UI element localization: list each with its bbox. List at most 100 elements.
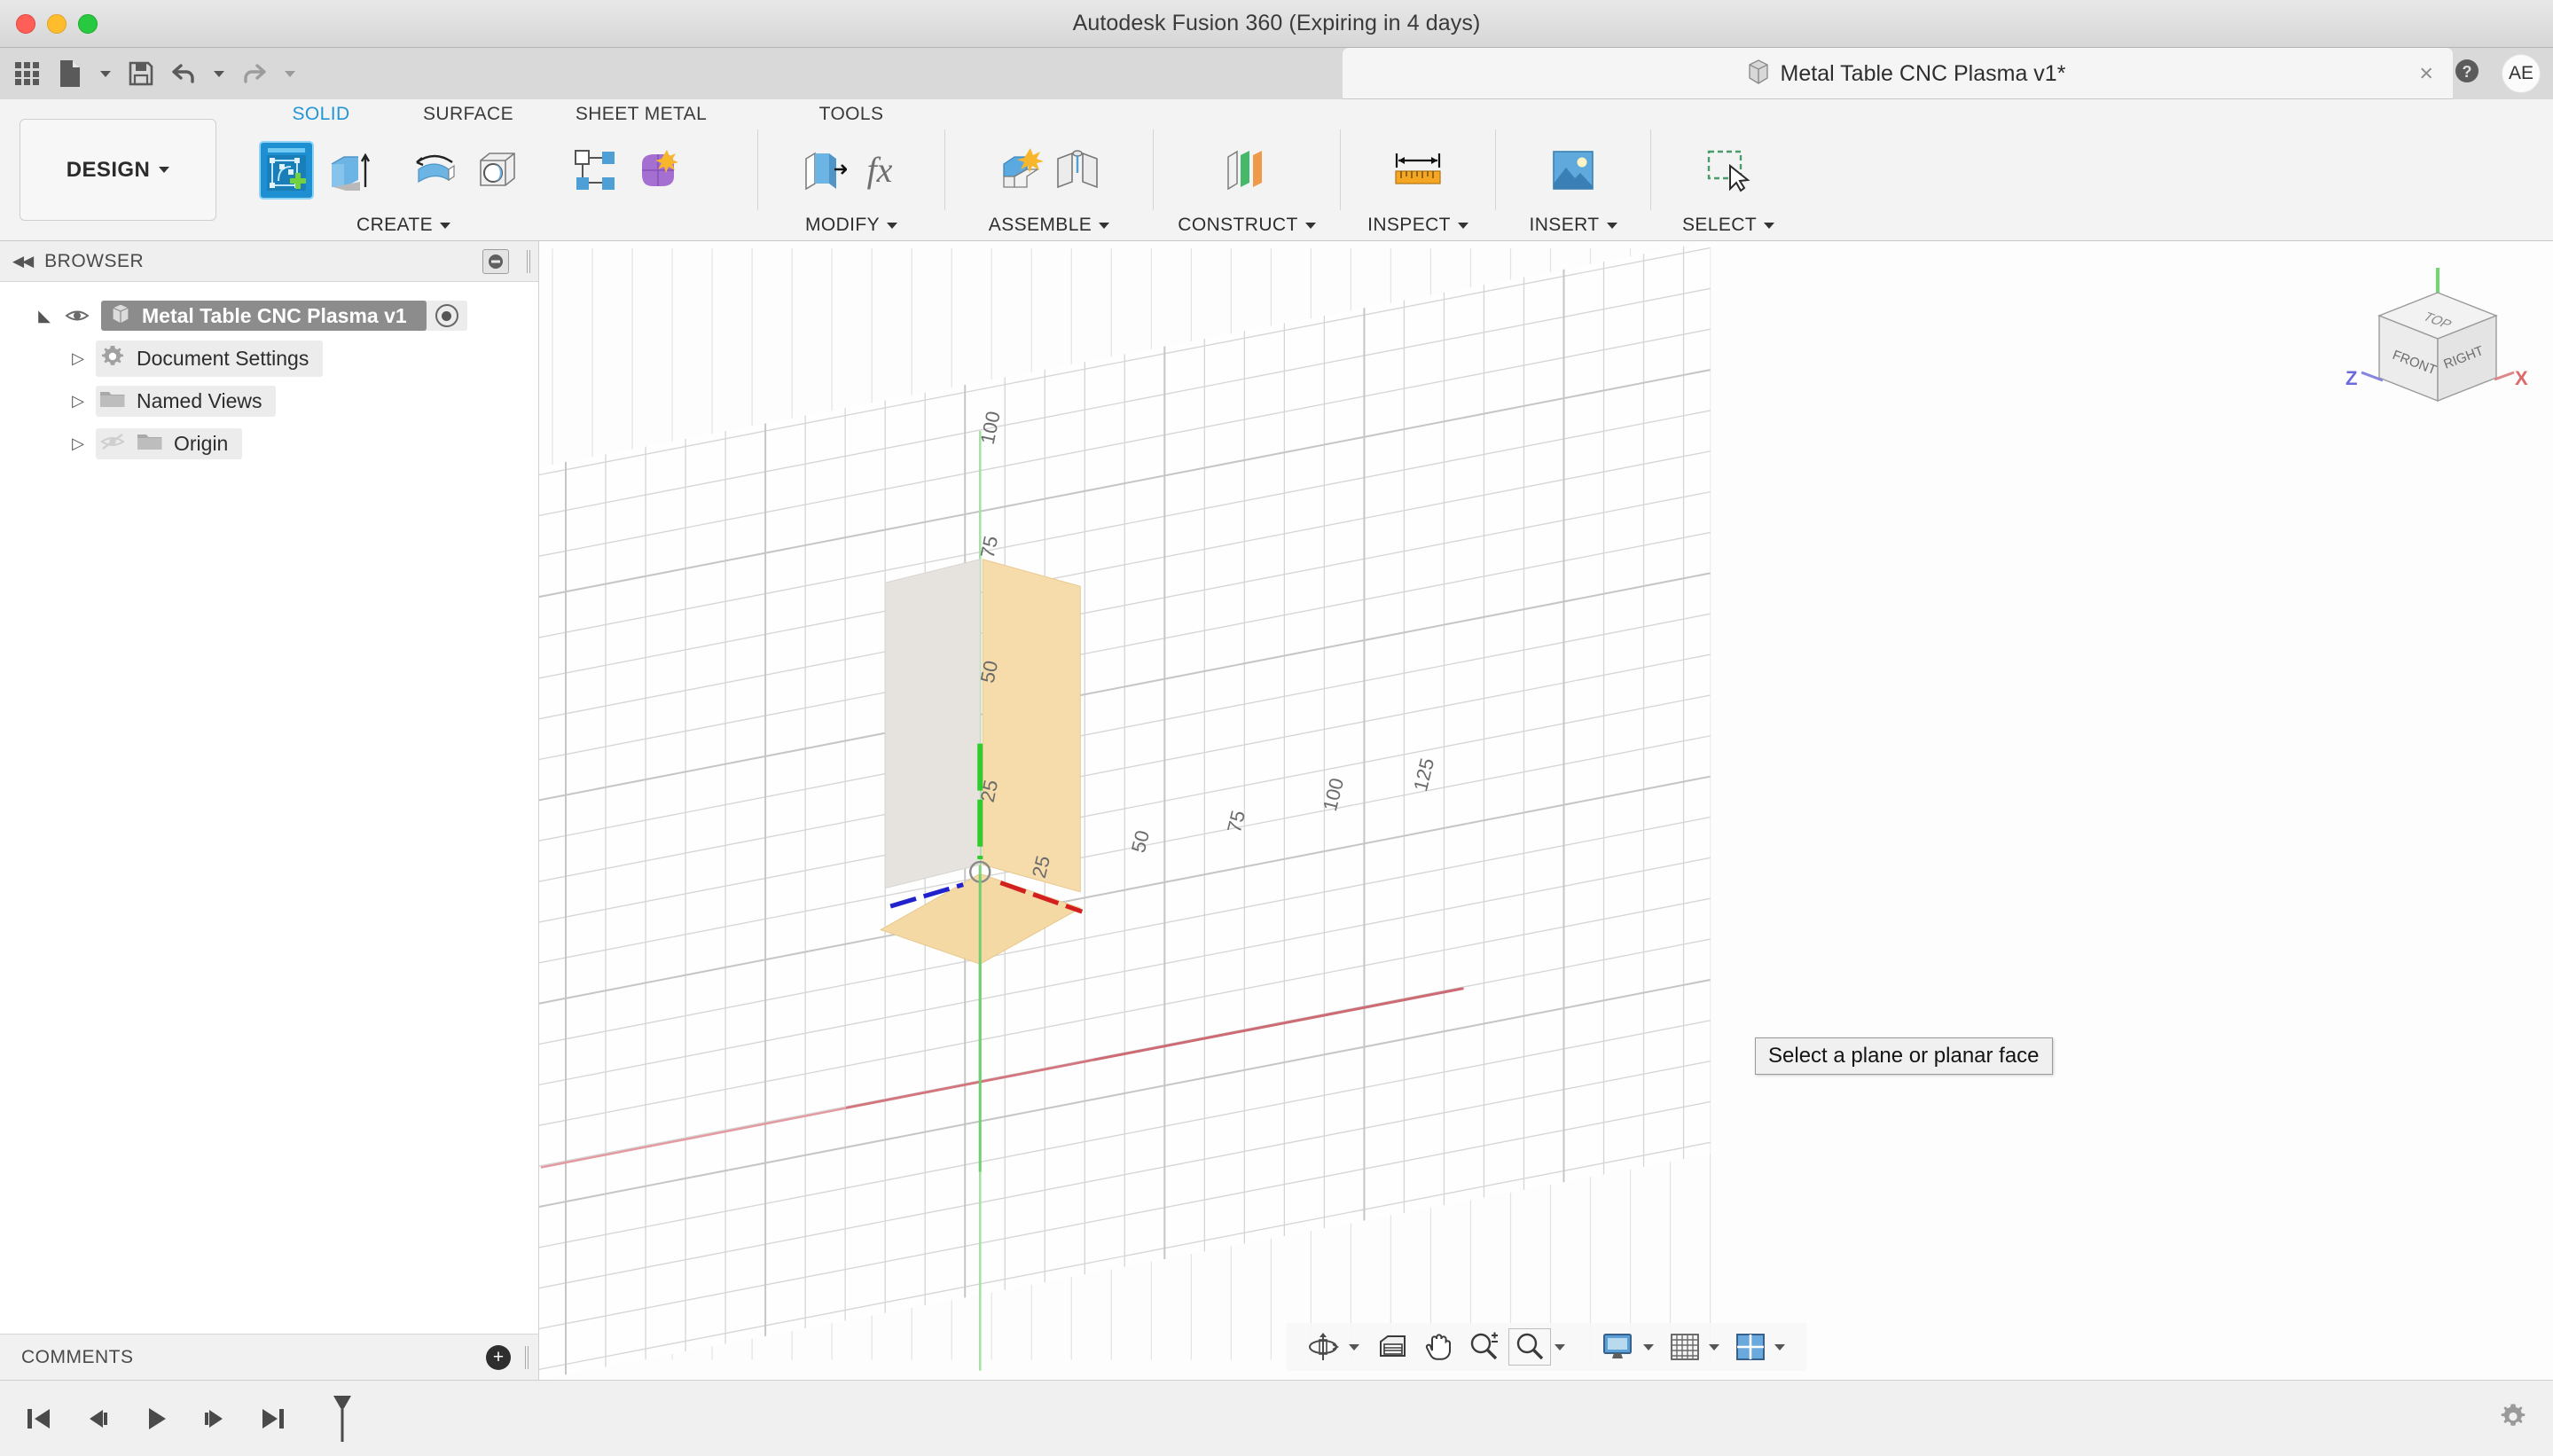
tab-sheet-metal[interactable]: SHEET METAL <box>548 104 734 125</box>
viewports-button[interactable] <box>1728 1327 1773 1367</box>
collapse-left-icon[interactable]: ◀◀ <box>12 253 34 270</box>
joint-button[interactable] <box>1052 143 1103 198</box>
orbit-dropdown-caret-icon[interactable] <box>1347 1343 1368 1350</box>
z-tick-50: 50 <box>976 659 1002 685</box>
visibility-eye-icon[interactable] <box>62 307 92 325</box>
tab-solid[interactable]: SOLID <box>254 104 388 125</box>
close-icon[interactable]: × <box>2419 61 2433 86</box>
chevron-down-icon[interactable] <box>1764 222 1775 229</box>
ribbon-group-assemble-label: ASSEMBLE <box>988 215 1092 235</box>
ribbon-divider <box>1650 129 1651 210</box>
step-forward-button[interactable] <box>197 1399 232 1438</box>
workspace-selector[interactable]: DESIGN <box>20 119 216 221</box>
add-comment-icon[interactable]: + <box>486 1344 511 1370</box>
ribbon-group-inspect: INSPECT <box>1351 99 1484 240</box>
chevron-down-icon[interactable] <box>887 222 898 229</box>
press-pull-button[interactable] <box>797 143 849 198</box>
document-cube-icon <box>110 302 131 330</box>
ribbon-group-modify: TOOLS fx MODIFY <box>769 99 934 240</box>
orbit-button[interactable] <box>1299 1327 1347 1367</box>
chevron-down-icon[interactable] <box>440 222 451 229</box>
create-form-button[interactable] <box>631 143 683 198</box>
expand-triangle-icon[interactable]: ◣ <box>35 307 53 325</box>
new-component-button[interactable] <box>995 143 1046 198</box>
fit-button[interactable] <box>1507 1327 1553 1367</box>
chevron-down-icon[interactable] <box>1457 222 1468 229</box>
main-body: ◀◀ BROWSER ◣ Metal Table CNC Plasma v1 ▷… <box>0 241 2553 1380</box>
hole-button[interactable] <box>472 143 523 198</box>
viewports-caret-icon[interactable] <box>1773 1343 1794 1350</box>
timeline-bar <box>0 1380 2553 1456</box>
document-tab[interactable]: Metal Table CNC Plasma v1* × <box>1343 48 2453 99</box>
cube-icon <box>1746 59 1771 90</box>
visibility-hidden-eye-icon[interactable] <box>99 432 126 456</box>
window-title: Autodesk Fusion 360 (Expiring in 4 days) <box>1072 11 1481 35</box>
redo-icon[interactable] <box>236 55 273 92</box>
display-settings-button[interactable] <box>1594 1327 1641 1367</box>
browser-title: BROWSER <box>44 250 145 271</box>
ribbon-group-insert-label: INSERT <box>1529 215 1600 235</box>
folder-icon <box>99 388 126 414</box>
ribbon-groups: SOLID SURFACE SHEET METAL CREATE TOOLS f… <box>250 99 1795 240</box>
expand-triangle-icon[interactable]: ▷ <box>69 434 87 453</box>
viewport-canvas: 100 75 50 25 25 50 75 100 125 <box>539 241 2553 1380</box>
select-window-button[interactable] <box>1703 143 1754 198</box>
change-parameters-button[interactable]: fx <box>854 143 905 198</box>
file-icon[interactable] <box>51 55 89 92</box>
3d-viewport[interactable]: 100 75 50 25 25 50 75 100 125 TOP FRONT … <box>539 241 2553 1380</box>
panel-toggle-icon[interactable] <box>482 248 509 274</box>
go-to-end-button[interactable] <box>255 1399 291 1438</box>
tab-tools[interactable]: TOOLS <box>819 104 884 125</box>
comments-resize-handle[interactable] <box>525 1345 529 1369</box>
pan-button[interactable] <box>1416 1327 1461 1367</box>
display-settings-caret-icon[interactable] <box>1641 1343 1663 1350</box>
grid-snaps-button[interactable] <box>1663 1327 1707 1367</box>
tree-item-document-settings[interactable]: ▷ Document Settings <box>0 337 538 380</box>
tree-item-root[interactable]: ◣ Metal Table CNC Plasma v1 <box>0 294 538 337</box>
play-button[interactable] <box>138 1399 174 1438</box>
chevron-down-icon[interactable] <box>1099 222 1110 229</box>
step-back-button[interactable] <box>80 1399 115 1438</box>
grid-snaps-caret-icon[interactable] <box>1707 1343 1728 1350</box>
ribbon-divider <box>757 129 758 210</box>
ribbon-toolbar: DESIGN SOLID SURFACE SHEET METAL CREATE … <box>0 99 2553 241</box>
go-to-beginning-button[interactable] <box>21 1399 57 1438</box>
avatar[interactable]: AE <box>2502 54 2541 93</box>
create-sketch-button[interactable] <box>261 142 312 198</box>
insert-image-button[interactable] <box>1547 143 1599 198</box>
revolve-button[interactable] <box>410 143 461 198</box>
tree-item-origin[interactable]: ▷ Origin <box>0 422 538 465</box>
comments-panel[interactable]: COMMENTS + <box>0 1334 538 1380</box>
tree-item-named-views[interactable]: ▷ Named Views <box>0 380 538 422</box>
extrude-button[interactable] <box>323 143 374 198</box>
look-at-button[interactable] <box>1368 1327 1416 1367</box>
viewport-tooltip: Select a plane or planar face <box>1755 1037 2053 1075</box>
offset-plane-button[interactable] <box>1221 143 1273 198</box>
undo-icon[interactable] <box>165 55 202 92</box>
gear-icon[interactable] <box>2498 1401 2528 1436</box>
timeline-marker[interactable] <box>325 1395 360 1442</box>
chevron-down-icon[interactable] <box>1304 222 1316 229</box>
document-tab-strip: Metal Table CNC Plasma v1* × <box>314 48 2453 99</box>
chevron-down-icon[interactable] <box>1606 222 1617 229</box>
tab-surface[interactable]: SURFACE <box>388 104 548 125</box>
redo-dropdown-caret-icon[interactable] <box>278 55 302 92</box>
panel-resize-handle[interactable] <box>527 249 531 273</box>
expand-triangle-icon[interactable]: ▷ <box>69 392 87 411</box>
expand-triangle-icon[interactable]: ▷ <box>69 349 87 368</box>
z-tick-25: 25 <box>976 778 1002 804</box>
ribbon-group-modify-label: MODIFY <box>804 215 881 235</box>
help-icon: ? <box>2454 58 2480 90</box>
view-cube[interactable]: TOP FRONT RIGHT Z X <box>2330 261 2533 429</box>
ribbon-divider <box>1153 129 1154 210</box>
ribbon-group-inspect-label: INSPECT <box>1367 215 1451 235</box>
app-grid-icon[interactable] <box>9 55 46 92</box>
zoom-button[interactable] <box>1461 1327 1507 1367</box>
rectangular-pattern-button[interactable] <box>569 143 621 198</box>
measure-button[interactable] <box>1392 143 1444 198</box>
undo-dropdown-caret-icon[interactable] <box>208 55 231 92</box>
component-activate-radio[interactable] <box>435 304 458 327</box>
save-icon[interactable] <box>122 55 160 92</box>
fit-dropdown-caret-icon[interactable] <box>1553 1343 1574 1350</box>
file-dropdown-caret-icon[interactable] <box>94 55 117 92</box>
